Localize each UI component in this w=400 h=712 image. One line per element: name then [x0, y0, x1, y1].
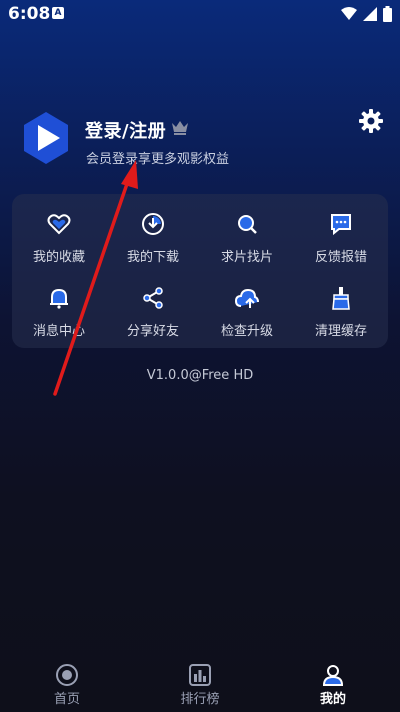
tab-label: 我的 [319, 692, 346, 707]
upgrade-icon [235, 288, 259, 308]
status-time: 6:08 [8, 4, 51, 24]
gear-icon[interactable] [358, 108, 384, 134]
grid-item-messages[interactable]: 消息中心 [12, 286, 106, 346]
grid-item-share[interactable]: 分享好友 [106, 286, 200, 346]
tab-label: 首页 [53, 692, 80, 707]
download-icon [142, 213, 164, 235]
bell-icon [50, 288, 68, 309]
login-register-title[interactable]: 登录/注册 [85, 117, 166, 143]
battery-icon [383, 6, 392, 22]
bottom-nav: 首页 排行榜 我的 [0, 660, 400, 712]
grid-item-label: 我的下载 [126, 250, 179, 265]
feature-grid: 我的收藏 我的下载 求片找片 反馈报错 消息中心 分享好友 检查升级 清理缓存 [12, 194, 388, 348]
annotation-arrow [53, 160, 138, 396]
grid-item-label: 清理缓存 [314, 324, 367, 339]
grid-item-clear-cache[interactable]: 清理缓存 [294, 286, 388, 346]
profile-icon [322, 665, 344, 686]
tab-home[interactable]: 首页 [22, 664, 112, 707]
crown-icon [172, 121, 188, 135]
ranking-icon [189, 664, 211, 686]
grid-item-feedback[interactable]: 反馈报错 [294, 212, 388, 272]
grid-item-request-film[interactable]: 求片找片 [200, 212, 294, 272]
member-benefits-subtitle: 会员登录享更多观影权益 [86, 152, 230, 167]
tab-ranking[interactable]: 排行榜 [155, 664, 245, 707]
tab-label: 排行榜 [180, 692, 220, 707]
play-logo-icon [24, 112, 68, 164]
clean-icon [332, 287, 350, 310]
search-film-icon [238, 215, 257, 234]
heart-icon [47, 214, 71, 235]
grid-item-label: 检查升级 [220, 324, 273, 339]
notification-badge: A [52, 7, 64, 19]
grid-item-label: 消息中心 [32, 324, 85, 339]
signal-icon [363, 7, 377, 21]
app-version: V1.0.0@Free HD [146, 368, 254, 383]
grid-item-label: 求片找片 [220, 250, 273, 265]
wifi-icon [341, 7, 357, 20]
grid-item-label: 分享好友 [126, 324, 179, 339]
feedback-icon [331, 214, 351, 236]
home-icon [56, 664, 78, 686]
grid-item-downloads[interactable]: 我的下载 [106, 212, 200, 272]
grid-item-favorites[interactable]: 我的收藏 [12, 212, 106, 272]
grid-item-check-update[interactable]: 检查升级 [200, 286, 294, 346]
share-icon [143, 287, 163, 309]
grid-item-label: 我的收藏 [32, 250, 85, 265]
tab-mine[interactable]: 我的 [288, 664, 378, 707]
grid-item-label: 反馈报错 [314, 250, 367, 265]
status-bar: 6:08 A [0, 0, 400, 28]
status-icons [341, 6, 392, 22]
